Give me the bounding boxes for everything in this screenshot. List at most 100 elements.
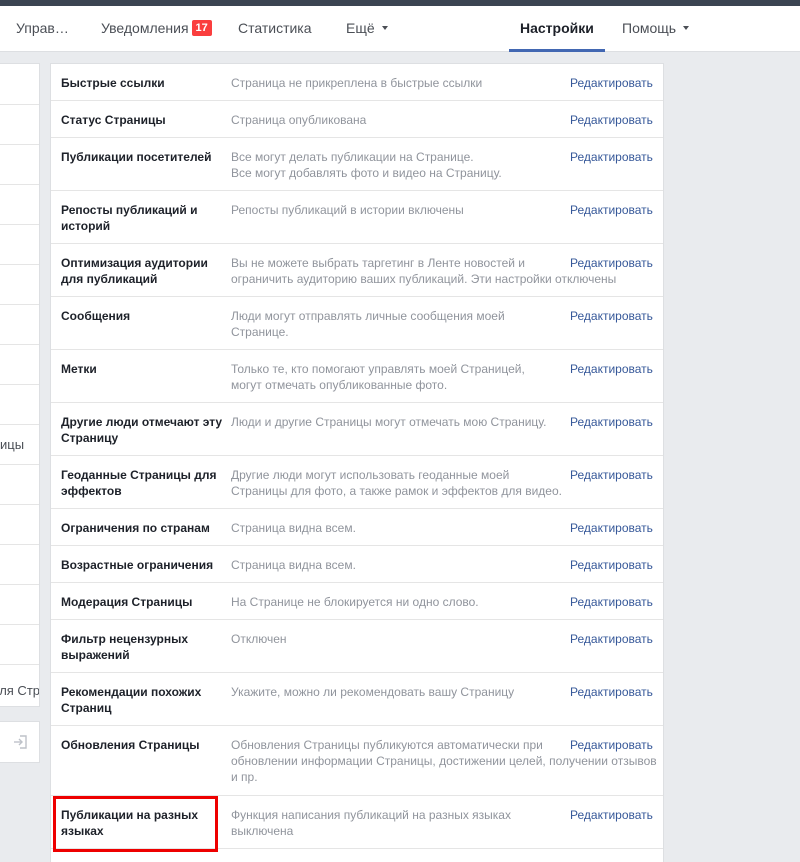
tab-manage[interactable]: Управ… [16,6,69,52]
row-label: Обновления Страницы [61,738,200,752]
edit-link[interactable]: Редактировать [570,467,653,483]
sidebar-item[interactable] [0,505,39,545]
row-description: Страница видна всем. [231,557,561,573]
row-description: Страница опубликована [231,112,561,128]
row-description-line: Отключен [231,632,287,646]
notifications-badge: 17 [191,20,212,36]
sidebar-item[interactable]: ля Стр [0,665,40,706]
row-description-line: Люди могут отправлять личные сообщения м… [231,309,505,323]
tab-help[interactable]: Помощь [622,6,690,52]
sidebar-item[interactable] [0,145,39,185]
chevron-down-icon [683,26,690,30]
row-label: Геоданные Страницы для эффектов [61,468,217,498]
row-description: Отключен [231,631,561,647]
settings-row-age-restrictions: Возрастные ограничения Страница видна вс… [51,546,663,583]
settings-row-page-moderation: Модерация Страницы На Странице не блокир… [51,583,663,620]
edit-link[interactable]: Редактировать [570,112,653,128]
settings-row-multilingual-posts: Публикации на разных языках Функция напи… [51,796,663,849]
tab-settings[interactable]: Настройки [509,6,605,52]
row-description-line: выключена [231,824,294,838]
row-description-line: Функция написания публикаций на разных я… [231,808,511,822]
chevron-down-icon [381,26,388,30]
edit-link[interactable]: Редактировать [570,520,653,536]
settings-row-page-status: Статус Страницы Страница опубликована Ре… [51,101,663,138]
row-description-line: обновлении информации Страницы, достижен… [231,754,657,768]
row-label: Другие люди отмечают эту Страницу [61,415,223,445]
sidebar-item[interactable] [0,64,39,105]
settings-row-messages: Сообщения Люди могут отправлять личные с… [51,297,663,350]
row-description-line: и пр. [231,770,258,784]
edit-link[interactable]: Редактировать [570,414,653,430]
row-description-line: Все могут добавлять фото и видео на Стра… [231,166,502,180]
tab-statistics[interactable]: Статистика [238,6,312,52]
row-label: Сообщения [61,309,131,323]
settings-row-visitor-posts: Публикации посетителей Все могут делать … [51,138,663,191]
row-description-line: ограничить аудиторию ваших публикаций. Э… [231,272,617,286]
settings-row-country-restrictions: Ограничения по странам Страница видна вс… [51,509,663,546]
settings-panel: Быстрые ссылки Страница не прикреплена в… [50,63,664,862]
row-description: Страница видна всем. [231,520,561,536]
row-description-line: На Странице не блокируется ни одно слово… [231,595,479,609]
edit-link[interactable]: Редактировать [570,737,653,753]
row-description: Все могут делать публикации на Странице.… [231,149,561,181]
sidebar-item-label: ля Стр [0,683,40,698]
row-label: Рекомендации похожих Страниц [61,685,202,715]
sidebar-item[interactable] [0,385,39,425]
settings-row-audience-optimization: Оптимизация аудитории для публикаций Вы … [51,244,663,297]
sidebar-item[interactable] [0,185,39,225]
edit-link[interactable]: Редактировать [570,361,653,377]
edit-link[interactable]: Редактировать [570,149,653,165]
tab-more[interactable]: Ещё [346,6,388,52]
sidebar-item[interactable] [0,305,39,345]
row-description-line: Укажите, можно ли рекомендовать вашу Стр… [231,685,515,699]
settings-row-tagging: Метки Только те, кто помогают управлять … [51,350,663,403]
edit-link[interactable]: Редактировать [570,684,653,700]
settings-row-shortcuts: Быстрые ссылки Страница не прикреплена в… [51,64,663,101]
sidebar-item[interactable]: ицы [0,425,39,465]
settings-row-similar-pages: Рекомендации похожих Страниц Укажите, мо… [51,673,663,726]
row-description-line: Страница видна всем. [231,521,356,535]
row-label: Ограничения по странам [61,521,210,535]
sidebar-item[interactable] [0,345,39,385]
edit-link[interactable]: Редактировать [570,308,653,324]
edit-link[interactable]: Редактировать [570,807,653,823]
tab-notifications-label: Уведомления [101,20,189,36]
row-label: Репосты публикаций и историй [61,203,198,233]
sidebar-item-label: ицы [0,437,25,452]
row-description: На Странице не блокируется ни одно слово… [231,594,561,610]
sidebar-item[interactable] [0,105,39,145]
row-description-line: Странице. [231,325,289,339]
sidebar-item[interactable] [0,545,39,585]
row-description: Функция написания публикаций на разных я… [231,807,561,839]
row-description-line: Страница видна всем. [231,558,356,572]
edit-link[interactable]: Редактировать [570,255,653,271]
sidebar-item[interactable] [0,585,39,625]
sidebar-item[interactable] [0,225,39,265]
sidebar-item[interactable] [0,465,39,505]
row-description-line: Страницы для фото, а также рамок и эффек… [231,484,562,498]
row-description-line: Люди и другие Страницы могут отмечать мо… [231,415,547,429]
settings-row-story-reposts: Репосты публикаций и историй Репосты пуб… [51,191,663,244]
settings-row-others-tagging: Другие люди отмечают эту Страницу Люди и… [51,403,663,456]
edit-link[interactable]: Редактировать [570,594,653,610]
row-label: Оптимизация аудитории для публикаций [61,256,208,286]
row-description-line: Все могут делать публикации на Странице. [231,150,474,164]
settings-row-location-effects: Геоданные Страницы для эффектов Другие л… [51,456,663,509]
edit-link[interactable]: Редактировать [570,202,653,218]
edit-link[interactable]: Редактировать [570,557,653,573]
row-label: Публикации посетителей [61,150,212,164]
row-label: Возрастные ограничения [61,558,214,572]
settings-row-page-updates: Обновления Страницы Обновления Страницы … [51,726,663,796]
tab-notifications[interactable]: Уведомления 17 [101,6,212,52]
edit-link[interactable]: Редактировать [570,75,653,91]
row-description-line: Только те, кто помогают управлять моей С… [231,362,525,376]
tab-statistics-label: Статистика [238,20,312,36]
sidebar-item[interactable] [0,625,39,665]
row-label: Модерация Страницы [61,595,193,609]
row-description: Только те, кто помогают управлять моей С… [231,361,561,393]
sidebar-item[interactable] [0,265,39,305]
edit-link[interactable]: Редактировать [570,631,653,647]
sign-in-icon[interactable] [13,735,27,749]
row-label: Метки [61,362,97,376]
row-description: Страница не прикреплена в быстрые ссылки [231,75,561,91]
